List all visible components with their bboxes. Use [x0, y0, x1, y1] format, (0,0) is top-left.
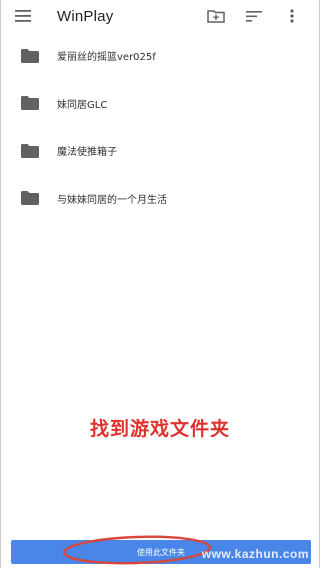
folder-name: 爱丽丝的摇篮ver025f [57, 52, 156, 64]
folder-icon [21, 143, 39, 158]
folder-list: 爱丽丝的摇篮ver025f 妹同居GLC 魔法使推箱子 与妹妹同居的一个月生活 [1, 32, 319, 222]
instruction-caption: 找到游戏文件夹 [89, 418, 230, 440]
folder-row[interactable]: 爱丽丝的摇篮ver025f [1, 32, 319, 80]
folder-name: 妹同居GLC [57, 99, 108, 111]
app-title: WinPlay [57, 7, 114, 25]
more-vert-icon[interactable] [273, 0, 311, 32]
folder-name: 魔法使推箱子 [57, 147, 117, 159]
folder-name: 与妹妹同居的一个月生活 [57, 194, 167, 206]
app-bar-actions [197, 0, 311, 32]
create-new-folder-icon[interactable] [197, 0, 235, 32]
folder-icon [21, 48, 39, 63]
folder-icon [21, 191, 39, 206]
sort-icon[interactable] [235, 0, 273, 32]
file-picker-screen: WinPlay 爱丽丝的摇篮ver025f 妹同居GLC 魔法使推箱子 与妹妹同… [0, 0, 320, 568]
folder-row[interactable]: 魔法使推箱子 [1, 127, 319, 175]
folder-row[interactable]: 与妹妹同居的一个月生活 [1, 175, 319, 223]
folder-row[interactable]: 妹同居GLC [1, 80, 319, 128]
app-bar: WinPlay [1, 0, 319, 32]
menu-icon[interactable] [3, 0, 43, 32]
watermark: www.kazhun.com [201, 547, 309, 561]
folder-icon [21, 96, 39, 111]
